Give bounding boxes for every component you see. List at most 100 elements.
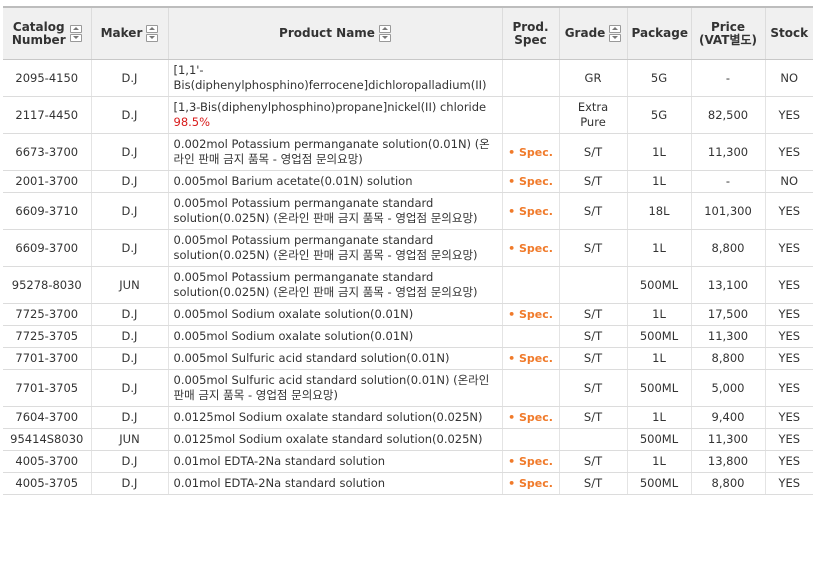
prod-spec-cell: • Spec. [501, 347, 559, 370]
product-name-link[interactable]: 0.002mol Potassium permanganate solution… [174, 137, 490, 166]
sort-asc-icon[interactable] [146, 25, 159, 33]
stock-cell: YES [764, 133, 813, 171]
catalog-number-cell[interactable]: 2095-4150 [3, 59, 91, 97]
product-name-link[interactable]: 0.005mol Sulfuric acid standard solution… [174, 373, 490, 402]
price-cell: 11,300 [690, 325, 765, 348]
table-row[interactable]: 2001-3700 D.J 0.005mol Barium acetate(0.01… [3, 170, 813, 193]
product-name-link[interactable]: 0.005mol Sodium oxalate solution(0.01N) [174, 307, 414, 321]
catalog-number-cell[interactable]: 4005-3705 [3, 472, 91, 495]
catalog-number-cell[interactable]: 6673-3700 [3, 133, 91, 171]
spec-link[interactable]: • Spec. [508, 175, 553, 188]
prod-spec-cell: • Spec. [501, 170, 559, 193]
product-name-link[interactable]: 0.005mol Potassium permanganate standard… [174, 270, 478, 299]
sort-desc-icon[interactable] [378, 34, 391, 42]
col-spec-label-1: Prod. [512, 19, 549, 34]
sort-asc-icon[interactable] [609, 25, 622, 33]
product-name-link[interactable]: 0.005mol Sodium oxalate solution(0.01N) [174, 329, 414, 343]
table-row[interactable]: 95414S8030 JUN 0.0125mol Sodium oxalate st… [3, 428, 813, 451]
product-name-link[interactable]: 0.01mol EDTA-2Na standard solution [174, 454, 386, 468]
col-product-label: Product Name [279, 26, 375, 40]
product-name-cell[interactable]: 0.0125mol Sodium oxalate standard soluti… [167, 406, 502, 429]
sort-desc-icon[interactable] [609, 34, 622, 42]
catalog-number-cell[interactable]: 2117-4450 [3, 96, 91, 134]
table-row[interactable]: 2117-4450 D.J [1,3-Bis(diphenylphosphino)p… [3, 96, 813, 134]
product-name-cell[interactable]: 0.005mol Potassium permanganate standard… [167, 192, 502, 230]
catalog-number-cell[interactable]: 7725-3705 [3, 325, 91, 348]
product-name-cell[interactable]: 0.005mol Sulfuric acid standard solution… [167, 369, 502, 407]
product-name-cell[interactable]: [1,3-Bis(diphenylphosphino)propane]nicke… [167, 96, 502, 134]
product-name-link[interactable]: 0.005mol Potassium permanganate standard… [174, 196, 478, 225]
col-grade[interactable]: Grade [558, 6, 627, 60]
product-name-link[interactable]: 0.0125mol Sodium oxalate standard soluti… [174, 432, 483, 446]
table-row[interactable]: 7725-3705 D.J 0.005mol Sodium oxalate solu… [3, 325, 813, 348]
catalog-number-cell[interactable]: 95278-8030 [3, 266, 91, 304]
spec-link[interactable]: • Spec. [508, 477, 553, 490]
product-name-cell[interactable]: 0.0125mol Sodium oxalate standard soluti… [167, 428, 502, 451]
col-product-name[interactable]: Product Name [167, 6, 502, 60]
maker-cell: D.J [90, 369, 168, 407]
table-row[interactable]: 7701-3700 D.J 0.005mol Sulfuric acid stand… [3, 347, 813, 370]
table-row[interactable]: 7725-3700 D.J 0.005mol Sodium oxalate solu… [3, 303, 813, 326]
table-row[interactable]: 4005-3705 D.J 0.01mol EDTA-2Na standard so… [3, 472, 813, 495]
catalog-number-cell[interactable]: 7604-3700 [3, 406, 91, 429]
col-stock: Stock [764, 6, 813, 60]
product-name-link[interactable]: [1,1'-Bis(diphenylphosphino)ferrocene]di… [174, 63, 487, 92]
table-row[interactable]: 95278-8030 JUN 0.005mol Potassium permanga… [3, 266, 813, 304]
product-table: Catalog Number Maker Product Name Prod. Sp… [3, 6, 813, 495]
product-name-cell[interactable]: 0.005mol Potassium permanganate standard… [167, 229, 502, 267]
product-name-link[interactable]: 0.005mol Barium acetate(0.01N) solution [174, 174, 413, 188]
maker-cell: D.J [90, 59, 168, 97]
spec-link[interactable]: • Spec. [508, 308, 553, 321]
spec-link[interactable]: • Spec. [508, 352, 553, 365]
spec-link[interactable]: • Spec. [508, 242, 553, 255]
bullet-icon: • [508, 145, 519, 159]
product-name-cell[interactable]: [1,1'-Bis(diphenylphosphino)ferrocene]di… [167, 59, 502, 97]
product-name-cell[interactable]: 0.005mol Barium acetate(0.01N) solution [167, 170, 502, 193]
table-row[interactable]: 6673-3700 D.J 0.002mol Potassium permangan… [3, 133, 813, 171]
spec-link[interactable]: • Spec. [508, 455, 553, 468]
col-catalog-number[interactable]: Catalog Number [3, 6, 91, 60]
table-row[interactable]: 7701-3705 D.J 0.005mol Sulfuric acid stand… [3, 369, 813, 407]
sort-desc-icon[interactable] [69, 34, 82, 42]
product-name-link[interactable]: 0.005mol Potassium permanganate standard… [174, 233, 478, 262]
table-row[interactable]: 6609-3700 D.J 0.005mol Potassium permangan… [3, 229, 813, 267]
stock-cell: YES [764, 450, 813, 473]
sort-icon[interactable] [69, 25, 82, 42]
catalog-number-cell[interactable]: 4005-3700 [3, 450, 91, 473]
catalog-number-cell[interactable]: 7725-3700 [3, 303, 91, 326]
catalog-number-cell[interactable]: 6609-3710 [3, 192, 91, 230]
spec-link[interactable]: • Spec. [508, 205, 553, 218]
product-name-link[interactable]: 0.0125mol Sodium oxalate standard soluti… [174, 410, 483, 424]
spec-link[interactable]: • Spec. [508, 146, 553, 159]
product-name-cell[interactable]: 0.005mol Sodium oxalate solution(0.01N) [167, 325, 502, 348]
spec-link[interactable]: • Spec. [508, 411, 553, 424]
maker-cell: D.J [90, 96, 168, 134]
product-name-cell[interactable]: 0.005mol Sulfuric acid standard solution… [167, 347, 502, 370]
stock-cell: YES [764, 406, 813, 429]
table-row[interactable]: 4005-3700 D.J 0.01mol EDTA-2Na standard so… [3, 450, 813, 473]
catalog-number-cell[interactable]: 7701-3705 [3, 369, 91, 407]
sort-icon[interactable] [146, 25, 159, 42]
product-name-cell[interactable]: 0.01mol EDTA-2Na standard solution [167, 450, 502, 473]
catalog-number-cell[interactable]: 2001-3700 [3, 170, 91, 193]
sort-desc-icon[interactable] [146, 34, 159, 42]
catalog-number-cell[interactable]: 6609-3700 [3, 229, 91, 267]
catalog-number-cell[interactable]: 95414S8030 [3, 428, 91, 451]
table-row[interactable]: 2095-4150 D.J [1,1'-Bis(diphenylphosphino)… [3, 59, 813, 97]
spec-link-label: Spec. [518, 145, 553, 159]
sort-asc-icon[interactable] [69, 25, 82, 33]
product-name-link[interactable]: [1,3-Bis(diphenylphosphino)propane]nicke… [174, 100, 487, 114]
sort-icon[interactable] [609, 25, 622, 42]
catalog-number-cell[interactable]: 7701-3700 [3, 347, 91, 370]
sort-icon[interactable] [378, 25, 391, 42]
sort-asc-icon[interactable] [378, 25, 391, 33]
product-name-cell[interactable]: 0.005mol Sodium oxalate solution(0.01N) [167, 303, 502, 326]
product-name-link[interactable]: 0.01mol EDTA-2Na standard solution [174, 476, 386, 490]
product-name-link[interactable]: 0.005mol Sulfuric acid standard solution… [174, 351, 450, 365]
col-maker[interactable]: Maker [90, 6, 168, 60]
product-name-cell[interactable]: 0.002mol Potassium permanganate solution… [167, 133, 502, 171]
table-row[interactable]: 6609-3710 D.J 0.005mol Potassium permangan… [3, 192, 813, 230]
table-row[interactable]: 7604-3700 D.J 0.0125mol Sodium oxalate sta… [3, 406, 813, 429]
product-name-cell[interactable]: 0.01mol EDTA-2Na standard solution [167, 472, 502, 495]
product-name-cell[interactable]: 0.005mol Potassium permanganate standard… [167, 266, 502, 304]
